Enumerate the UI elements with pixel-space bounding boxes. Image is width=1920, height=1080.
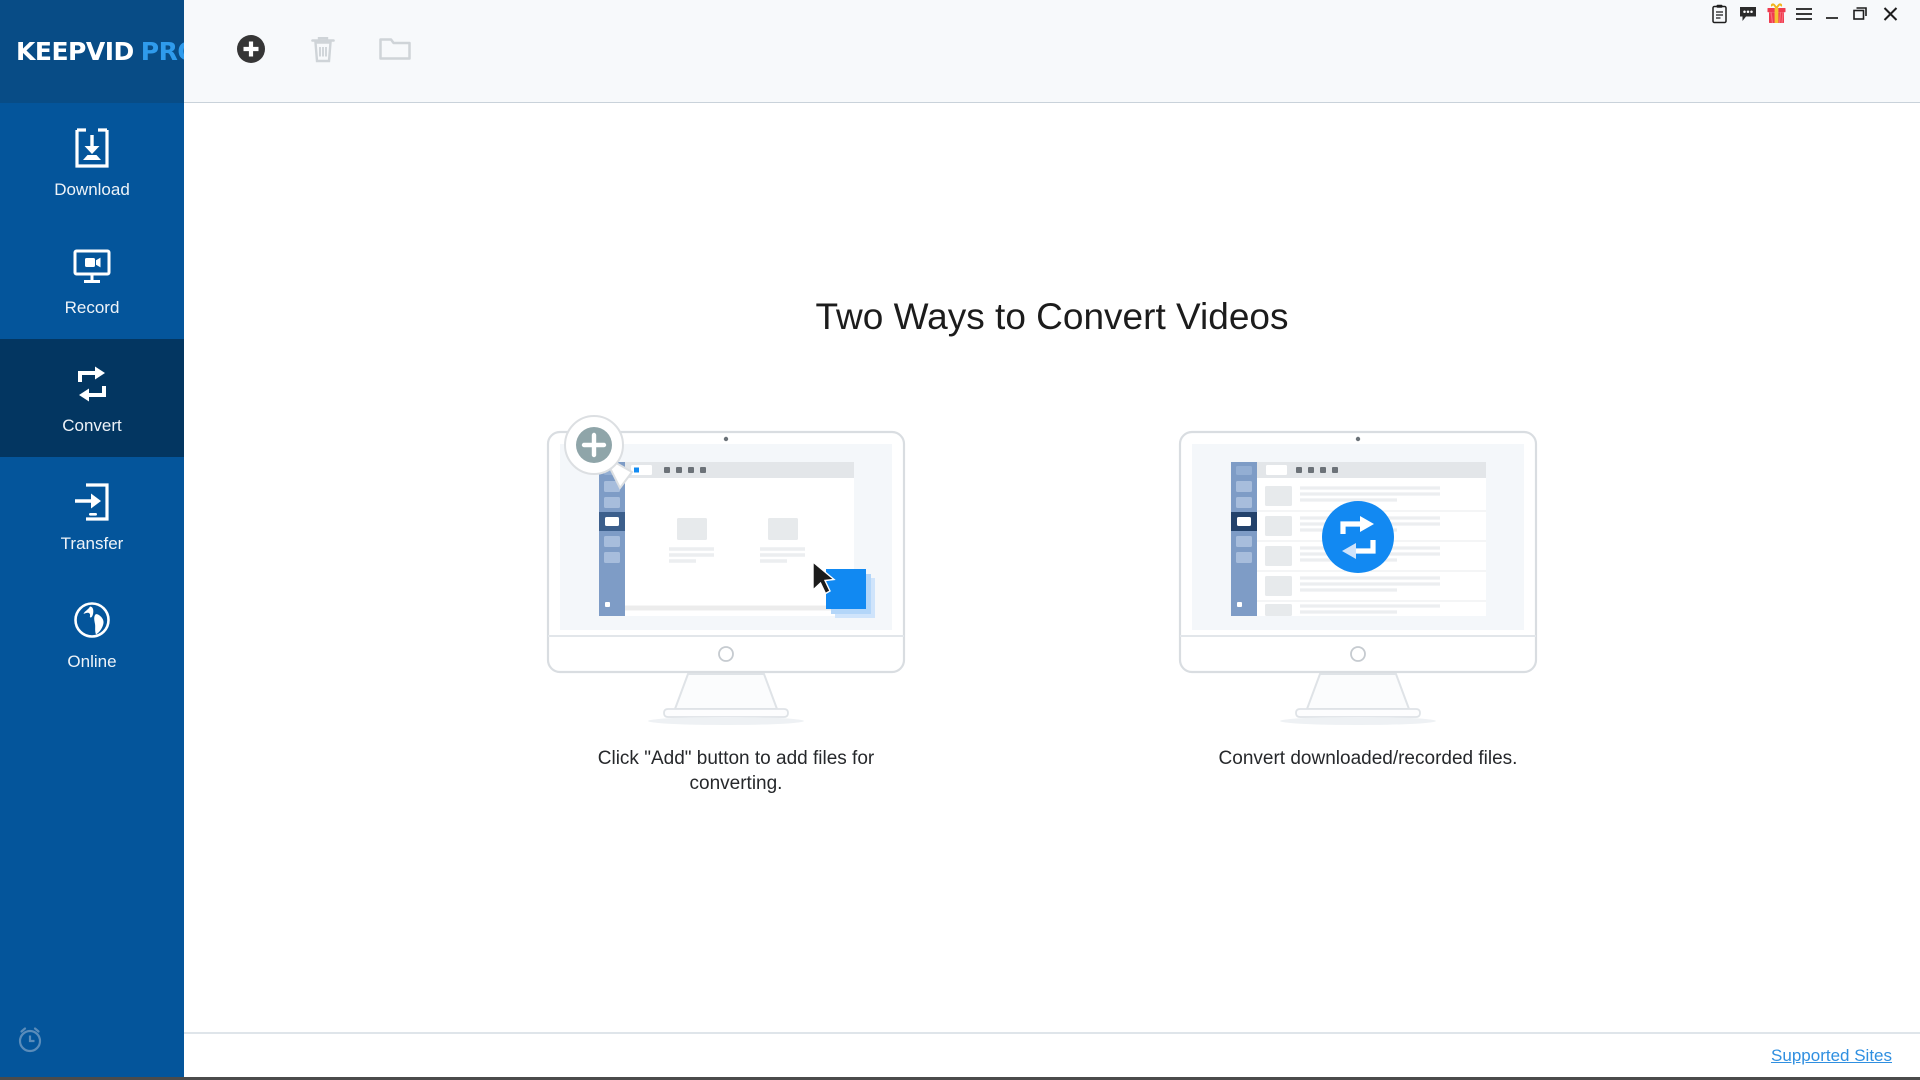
plus-circle-icon — [234, 32, 268, 71]
sidebar-item-convert[interactable]: Convert — [0, 339, 184, 457]
sidebar-item-transfer[interactable]: Transfer — [0, 457, 184, 575]
window-controls — [1706, 3, 1906, 29]
toolbar-button-group — [228, 28, 418, 74]
close-icon — [1882, 6, 1899, 27]
toolbar — [184, 0, 1920, 103]
log-button[interactable] — [1706, 4, 1734, 28]
feedback-button[interactable] — [1734, 4, 1762, 28]
screen-record-icon — [70, 243, 114, 289]
maximize-icon — [1852, 6, 1869, 26]
monitor-convert-illustration — [1168, 404, 1568, 734]
gift-icon — [1766, 3, 1787, 29]
card-convert-files: Convert downloaded/recorded files. — [1168, 404, 1568, 797]
main-content: Two Ways to Convert Videos Click "Add" b… — [184, 104, 1920, 1032]
card-caption: Click "Add" button to add files for conv… — [597, 748, 875, 795]
scheduler-button[interactable] — [0, 1005, 184, 1077]
keepvid-pro-window: KEEPVID PRO Download Record Convert Tran… — [0, 0, 1920, 1080]
globe-icon — [70, 597, 114, 643]
statusbar: Supported Sites — [184, 1033, 1920, 1077]
sidebar-item-download[interactable]: Download — [0, 103, 184, 221]
menu-hamburger-icon — [1795, 7, 1813, 26]
sidebar: KEEPVID PRO Download Record Convert Tran… — [0, 0, 199, 1077]
menu-button[interactable] — [1790, 4, 1818, 28]
app-logo: KEEPVID PRO — [0, 0, 199, 103]
card-add-files: Click "Add" button to add files for conv… — [536, 404, 936, 797]
close-button[interactable] — [1874, 4, 1906, 28]
sidebar-item-label: Transfer — [60, 533, 124, 553]
transfer-device-icon — [70, 479, 114, 525]
convert-loop-icon — [70, 361, 114, 407]
download-box-icon — [70, 125, 114, 171]
sidebar-item-label: Online — [67, 651, 117, 671]
monitor-add-files-illustration — [536, 404, 936, 734]
minimize-icon — [1824, 7, 1840, 26]
log-clipboard-icon — [1711, 4, 1729, 29]
trash-icon — [306, 32, 340, 71]
maximize-button[interactable] — [1846, 4, 1874, 28]
onboarding-cards: Click "Add" button to add files for conv… — [184, 404, 1920, 797]
delete-button[interactable] — [300, 28, 346, 74]
feedback-chat-icon — [1738, 5, 1758, 28]
gift-button[interactable] — [1762, 3, 1790, 29]
page-title: Two Ways to Convert Videos — [815, 296, 1289, 337]
sidebar-item-online[interactable]: Online — [0, 575, 184, 693]
sidebar-item-record[interactable]: Record — [0, 221, 184, 339]
sidebar-item-label: Record — [64, 297, 120, 317]
folder-icon — [377, 32, 413, 71]
alarm-clock-icon — [14, 1023, 46, 1060]
sidebar-item-label: Convert — [62, 415, 122, 435]
add-button[interactable] — [228, 28, 274, 74]
folder-button[interactable] — [372, 28, 418, 74]
minimize-button[interactable] — [1818, 4, 1846, 28]
card-caption: Convert downloaded/recorded files. — [1218, 748, 1518, 769]
supported-sites-link[interactable]: Supported Sites — [1771, 1046, 1892, 1066]
logo-primary-text: KEEPVID — [16, 37, 134, 66]
sidebar-item-label: Download — [54, 179, 130, 199]
